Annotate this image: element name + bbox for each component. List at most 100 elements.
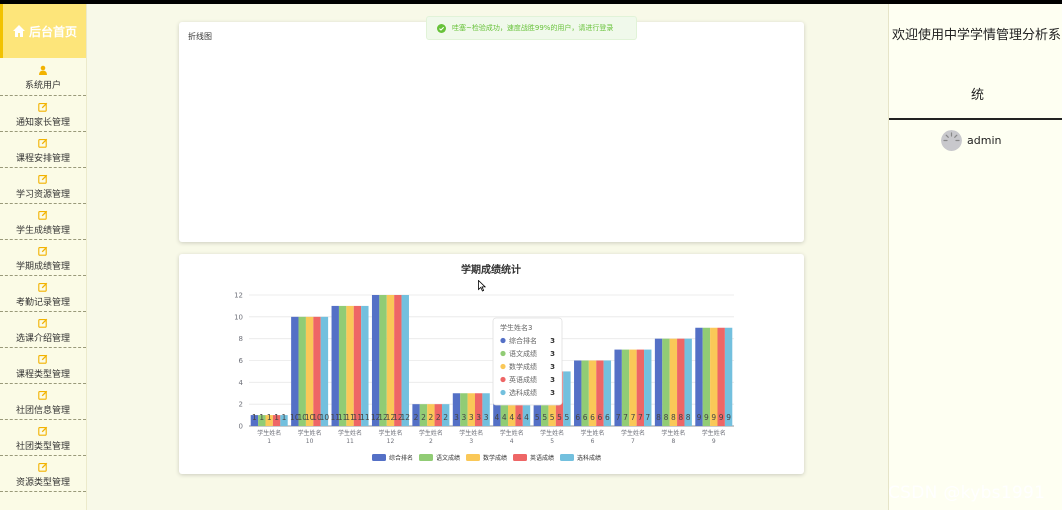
bar-value-label: 9 — [719, 413, 724, 422]
bar-value-label: 9 — [711, 413, 716, 422]
success-toast: 哇塞~检验成功，速度战胜99%的用户，请进行登录 — [426, 16, 637, 40]
sidebar-item-label: 系统用户 — [24, 80, 61, 91]
chart-title: 学期成绩统计 — [461, 263, 521, 276]
tooltip-series-name: 数学成绩 — [509, 362, 537, 371]
bar-value-label: 3 — [476, 413, 481, 422]
bar-value-label: 1 — [259, 413, 264, 422]
x-tick-label: 学生姓名 — [500, 429, 524, 437]
bar-value-label: 4 — [509, 413, 514, 422]
bar — [401, 295, 409, 426]
sidebar-home[interactable]: 后台首页 — [0, 4, 86, 58]
bar — [379, 295, 387, 426]
bar-value-label: 8 — [656, 413, 661, 422]
x-tick-label: 学生姓名 — [378, 429, 402, 437]
bar-value-label: 7 — [616, 413, 621, 422]
sidebar-item-label: 学习资源管理 — [15, 189, 70, 200]
sidebar-item[interactable]: 通知家长管理 — [0, 96, 86, 132]
x-tick-label: 学生姓名 — [702, 429, 726, 437]
sidebar-item[interactable]: 学生成绩管理 — [0, 204, 86, 240]
edit-icon — [38, 102, 48, 112]
toast-message: 哇塞~检验成功，速度战胜99%的用户，请进行登录 — [452, 24, 614, 32]
tooltip-series-name: 语文成绩 — [509, 349, 537, 358]
y-tick-label: 12 — [234, 292, 243, 300]
x-tick-label: 1 — [267, 438, 271, 445]
bar — [331, 305, 339, 426]
bar — [724, 327, 733, 426]
tooltip-title: 学生姓名3 — [500, 323, 532, 332]
sidebar-menu: 系统用户通知家长管理 课程安排管理学习资源管理 学生成绩管理 学期成绩管理考勤记录管理… — [0, 58, 86, 492]
bar-value-label: 2 — [443, 413, 448, 422]
bar-value-label: 2 — [436, 413, 441, 422]
edit-icon — [38, 138, 48, 148]
bar-value-label: 8 — [664, 413, 669, 422]
sidebar-item[interactable]: 选课介绍管理 — [0, 312, 86, 348]
bar — [305, 316, 314, 426]
welcome-line-1: 欢迎使用中学学情管理分析系 — [892, 28, 1062, 43]
edit-icon — [38, 210, 48, 220]
bar-value-label: 5 — [542, 413, 547, 422]
sidebar-item-label: 学生成绩管理 — [15, 225, 70, 236]
bar — [291, 316, 299, 426]
bar-value-label: 4 — [502, 413, 507, 422]
sidebar-item-label: 课程类型管理 — [15, 369, 70, 380]
bar — [717, 327, 725, 426]
bar-value-label: 5 — [550, 413, 555, 422]
bar-value-label: 8 — [671, 413, 676, 422]
sidebar-item[interactable]: 社团信息管理 — [0, 384, 86, 420]
bar — [361, 305, 369, 426]
bar-value-label: 5 — [557, 413, 562, 422]
tooltip-value: 3 — [550, 363, 555, 371]
legend-swatch — [372, 454, 386, 461]
sidebar-item-label: 学期成绩管理 — [15, 261, 70, 272]
tooltip-marker — [500, 337, 506, 344]
bar — [353, 305, 362, 426]
username: admin — [967, 134, 1002, 147]
sidebar-item-label: 社团类型管理 — [15, 441, 70, 452]
edit-icon — [38, 174, 48, 184]
bar-value-label: 2 — [428, 413, 433, 422]
bar-value-label: 3 — [469, 413, 474, 422]
sidebar-item[interactable]: 系统用户 — [0, 58, 86, 96]
edit-icon — [38, 318, 48, 328]
bar-value-label: 7 — [623, 413, 628, 422]
x-tick-label: 学生姓名 — [621, 429, 645, 437]
bar — [710, 327, 718, 426]
sidebar-item[interactable]: 社团类型管理 — [0, 420, 86, 456]
user-info[interactable]: admin — [941, 130, 1001, 151]
mouse-cursor-icon — [478, 280, 486, 292]
x-tick-label: 学生姓名 — [338, 429, 362, 437]
bar — [346, 305, 354, 426]
bar-value-label: 7 — [645, 413, 650, 422]
sidebar-item[interactable]: 学期成绩管理 — [0, 240, 86, 276]
bar-value-label: 4 — [524, 413, 529, 422]
bar — [338, 305, 347, 426]
legend-swatch — [560, 454, 574, 461]
sidebar-item[interactable]: 学习资源管理 — [0, 168, 86, 204]
bar-value-label: 3 — [454, 413, 459, 422]
sidebar-item[interactable]: 课程安排管理 — [0, 132, 86, 168]
bar-value-label: 6 — [583, 413, 588, 422]
bar-chart-panel: 学期成绩统计 0 2 4 6 8 10 12 1 1 1 1 1 学生姓名 1 10 10 10 10 10 学生姓名 1… — [179, 254, 804, 474]
edit-icon — [38, 354, 48, 364]
sidebar-item[interactable]: 课程类型管理 — [0, 348, 86, 384]
bar-value-label: 2 — [421, 413, 426, 422]
y-tick-label: 10 — [234, 313, 243, 321]
bar-value-label: 9 — [704, 413, 709, 422]
x-tick-label: 学生姓名 — [257, 429, 281, 437]
sidebar-home-label: 后台首页 — [28, 24, 77, 39]
x-tick-label: 2 — [429, 438, 433, 445]
sidebar-item[interactable]: 考勤记录管理 — [0, 276, 86, 312]
bar — [313, 316, 321, 426]
x-tick-label: 6 — [591, 438, 595, 445]
bar — [386, 295, 395, 426]
sidebar: 后台首页 系统用户通知家长管理 课程安排管理学习资源管理 学生成绩管理 学期成绩管理考… — [0, 4, 87, 510]
sidebar-item[interactable]: 资源类型管理 — [0, 456, 86, 492]
x-tick-label: 11 — [346, 438, 354, 445]
legend-label: 综合排名 — [389, 454, 413, 462]
legend-label: 选科成绩 — [577, 454, 601, 462]
bar-value-label: 5 — [535, 413, 540, 422]
bar-value-label: 4 — [517, 413, 522, 422]
x-tick-label: 学生姓名 — [661, 429, 685, 437]
edit-icon — [38, 462, 48, 472]
legend-swatch — [513, 454, 527, 461]
